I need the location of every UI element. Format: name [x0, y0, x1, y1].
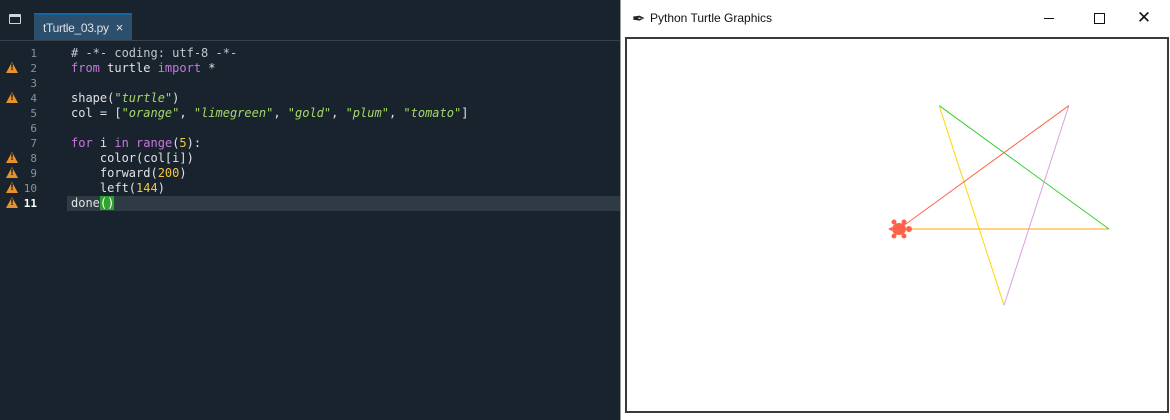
- code-text: ): [157, 181, 165, 195]
- code-text: ,: [388, 106, 404, 120]
- code-line-5[interactable]: col = ["orange", "limegreen", "gold", "p…: [67, 106, 620, 121]
- code-text: done: [71, 196, 100, 210]
- code-line-9[interactable]: forward(200): [67, 166, 620, 181]
- code-text: i: [92, 136, 115, 150]
- code-line-1[interactable]: # -*- coding: utf-8 -*-: [67, 46, 620, 61]
- minimize-button[interactable]: [1026, 4, 1072, 32]
- string-literal: "tomato": [403, 106, 462, 120]
- line-number: 10: [23, 182, 37, 195]
- pane-menu-icon[interactable]: [9, 14, 21, 24]
- warning-icon[interactable]: [6, 197, 18, 208]
- turtle-canvas[interactable]: [625, 37, 1169, 413]
- turtle-graphics-window[interactable]: ✒ Python Turtle Graphics ✕: [620, 0, 1170, 420]
- code-line-3[interactable]: [67, 76, 620, 91]
- number-literal: 5: [179, 136, 187, 150]
- code-text: ): [172, 91, 180, 105]
- string-literal: "plum": [345, 106, 389, 120]
- line-number: 2: [30, 62, 37, 75]
- tab-label: tTurtle_03.py: [43, 20, 109, 35]
- code-text: color(col[i]): [71, 151, 194, 165]
- code-line-8[interactable]: color(col[i]): [67, 151, 620, 166]
- code-editor[interactable]: tTurtle_03.py × 1 2 3 4 5 6 7 8 9 10 11 # -*- codi…: [0, 0, 620, 420]
- gutter-line-10: 10: [0, 181, 67, 196]
- line-number: 5: [30, 107, 37, 120]
- warning-icon[interactable]: [6, 92, 18, 103]
- segment-gold: [938, 105, 1005, 306]
- line-number: 7: [30, 137, 37, 150]
- window-title-bar[interactable]: ✒ Python Turtle Graphics ✕: [621, 0, 1170, 36]
- warning-icon[interactable]: [6, 182, 18, 193]
- gutter-line-11: 11: [0, 196, 67, 211]
- gutter-line-1: 1: [0, 46, 67, 61]
- keyword: for: [71, 136, 93, 150]
- tab-tturtle-03[interactable]: tTurtle_03.py ×: [34, 13, 132, 40]
- line-number: 3: [30, 77, 37, 90]
- gutter-line-4: 4: [0, 91, 67, 106]
- code-line-11[interactable]: done(): [67, 196, 620, 211]
- keyword: in: [114, 136, 129, 150]
- builtin: range: [128, 136, 173, 150]
- string-literal: "orange": [121, 106, 180, 120]
- code-line-10[interactable]: left(144): [67, 181, 620, 196]
- warning-icon[interactable]: [6, 152, 18, 163]
- line-number: 8: [30, 152, 37, 165]
- code-text: ,: [331, 106, 346, 120]
- code-text: left(: [71, 181, 137, 195]
- code-text: col = [: [71, 106, 122, 120]
- gutter-line-5: 5: [0, 106, 67, 121]
- line-number-gutter: 1 2 3 4 5 6 7 8 9 10 11: [0, 41, 67, 420]
- close-button[interactable]: ✕: [1121, 4, 1167, 32]
- segment-plum: [1003, 105, 1070, 306]
- feather-icon: ✒: [632, 11, 646, 28]
- gutter-line-9: 9: [0, 166, 67, 181]
- drawing-surface: [888, 105, 1110, 306]
- code-text: ,: [179, 106, 194, 120]
- code-text: turtle: [99, 61, 158, 75]
- tab-close-icon[interactable]: ×: [116, 20, 124, 35]
- gutter-line-6: 6: [0, 121, 67, 136]
- line-number: 11: [23, 197, 37, 210]
- code-line-2[interactable]: from turtle import *: [67, 61, 620, 76]
- keyword: from: [71, 61, 100, 75]
- code-text: ): [179, 166, 187, 180]
- line-number: 1: [30, 47, 37, 60]
- gutter-line-2: 2: [0, 61, 67, 76]
- line-number: 9: [30, 167, 37, 180]
- string-literal: "limegreen": [193, 106, 274, 120]
- code-line-6[interactable]: [67, 121, 620, 136]
- line-number: 4: [30, 92, 37, 105]
- code-area[interactable]: # -*- coding: utf-8 -*- from turtle impo…: [67, 41, 620, 420]
- code-text: ,: [273, 106, 288, 120]
- warning-icon[interactable]: [6, 167, 18, 178]
- maximize-button[interactable]: [1076, 4, 1122, 32]
- editor-tab-bar: tTurtle_03.py ×: [0, 0, 620, 41]
- gutter-line-3: 3: [0, 76, 67, 91]
- string-literal: "gold": [287, 106, 332, 120]
- code-text: *: [201, 61, 216, 75]
- line-number: 6: [30, 122, 37, 135]
- string-literal: "turtle": [114, 91, 173, 105]
- number-literal: 200: [157, 166, 180, 180]
- comment: # -*- coding: utf-8 -*-: [71, 46, 238, 60]
- code-text: ]: [461, 106, 469, 120]
- matched-paren-highlight: (): [99, 196, 115, 210]
- code-line-4[interactable]: shape("turtle"): [67, 91, 620, 106]
- window-title: Python Turtle Graphics: [650, 11, 773, 25]
- gutter-line-8: 8: [0, 151, 67, 166]
- code-text: forward(: [71, 166, 158, 180]
- code-text: ):: [186, 136, 202, 150]
- code-text: shape(: [71, 91, 115, 105]
- number-literal: 144: [136, 181, 158, 195]
- code-line-7[interactable]: for i in range(5):: [67, 136, 620, 151]
- segment-limegreen: [938, 105, 1110, 230]
- warning-icon[interactable]: [6, 62, 18, 73]
- keyword: import: [157, 61, 202, 75]
- gutter-line-7: 7: [0, 136, 67, 151]
- segment-tomato: [898, 105, 1070, 230]
